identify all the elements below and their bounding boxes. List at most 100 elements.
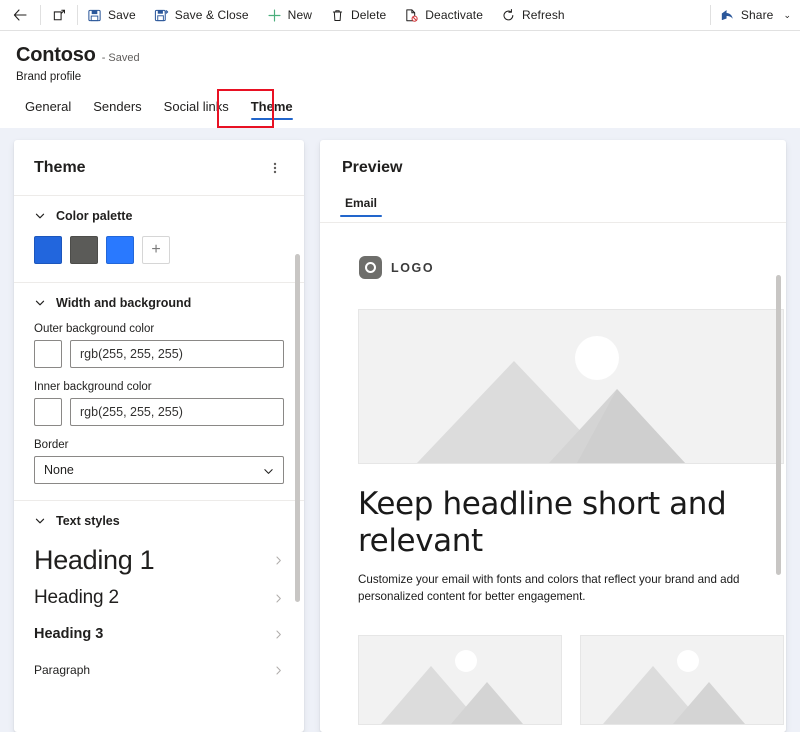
record-header: Contoso - Saved Brand profile General Se… — [0, 31, 800, 128]
logo-placeholder-icon — [359, 256, 382, 279]
inner-background-color-row — [34, 398, 284, 426]
tab-general-label: General — [25, 99, 72, 114]
chevron-right-icon — [273, 629, 284, 640]
save-icon — [87, 8, 102, 23]
arrow-left-icon — [12, 7, 28, 23]
mountains-icon — [381, 666, 523, 724]
share-button[interactable]: Share ⌄ — [711, 0, 800, 31]
outer-background-color-input[interactable] — [70, 340, 284, 368]
delete-button[interactable]: Delete — [321, 0, 395, 31]
tab-theme[interactable]: Theme — [240, 93, 304, 123]
border-label: Border — [34, 439, 69, 451]
refresh-button[interactable]: Refresh — [492, 0, 574, 31]
save-button[interactable]: Save — [78, 0, 145, 31]
text-style-heading-3-label: Heading 3 — [34, 626, 104, 642]
section-text-styles-header[interactable]: Text styles — [14, 501, 304, 541]
add-color-button[interactable]: + — [142, 236, 170, 264]
section-color-palette-header[interactable]: Color palette — [14, 196, 304, 236]
deactivate-button[interactable]: Deactivate — [395, 0, 492, 31]
tab-theme-label: Theme — [250, 99, 293, 114]
theme-panel-title: Theme — [34, 158, 86, 176]
outer-background-color-field: Outer background color — [14, 323, 304, 368]
border-select-value: None — [44, 463, 74, 477]
logo-ring — [365, 262, 376, 273]
more-vertical-icon[interactable] — [262, 155, 288, 181]
text-style-paragraph-label: Paragraph — [34, 663, 91, 677]
color-swatch-row: + — [14, 236, 304, 282]
preview-panel: Preview Email LOGO Keep headline short a… — [320, 140, 786, 732]
preview-tabs: Email — [340, 192, 383, 218]
text-style-heading-2[interactable]: Heading 2 — [14, 580, 304, 616]
text-style-paragraph[interactable]: Paragraph — [14, 652, 304, 688]
border-field: Border None — [14, 439, 304, 484]
outer-background-color-chip[interactable] — [34, 340, 62, 368]
color-swatch-3[interactable] — [106, 236, 134, 264]
mountains-icon — [417, 361, 685, 463]
email-hero-image-placeholder — [358, 309, 784, 464]
color-swatch-2[interactable] — [70, 236, 98, 264]
text-style-heading-3[interactable]: Heading 3 — [14, 616, 304, 652]
record-entity-label: Brand profile — [16, 71, 82, 83]
save-and-close-button[interactable]: Save & Close — [145, 0, 258, 31]
border-select[interactable]: None — [34, 456, 284, 484]
tab-social-links-label: Social links — [163, 99, 229, 114]
section-color-palette: Color palette + — [14, 196, 304, 283]
text-style-heading-2-label: Heading 2 — [34, 587, 119, 608]
page-body: Theme Color palette + Width and backgrou… — [0, 128, 800, 732]
delete-button-label: Delete — [350, 8, 387, 22]
popout-button[interactable] — [41, 0, 77, 31]
mountains-icon — [603, 666, 745, 724]
color-swatch-1[interactable] — [34, 236, 62, 264]
inner-background-color-chip[interactable] — [34, 398, 62, 426]
deactivate-icon — [404, 8, 419, 23]
email-card-1-image-placeholder — [358, 635, 562, 725]
chevron-right-icon — [273, 593, 284, 604]
refresh-button-label: Refresh — [521, 8, 565, 22]
refresh-icon — [501, 8, 516, 23]
form-tabs: General Senders Social links Theme — [14, 93, 304, 123]
chevron-right-icon — [273, 665, 284, 676]
outer-background-color-row — [34, 340, 284, 368]
back-button[interactable] — [0, 0, 40, 31]
email-card-row — [358, 635, 786, 725]
chevron-down-icon — [263, 466, 274, 477]
email-headline: Keep headline short and relevant — [358, 486, 727, 559]
save-and-close-button-label: Save & Close — [174, 8, 249, 22]
chevron-right-icon — [273, 555, 284, 566]
new-button-label: New — [287, 8, 312, 22]
email-logo-label: LOGO — [391, 260, 435, 275]
inner-background-color-field: Inner background color — [14, 381, 304, 426]
command-bar: Save Save & Close New Delete Deactivate … — [0, 0, 800, 31]
inner-background-color-input[interactable] — [70, 398, 284, 426]
share-group: Share ⌄ — [711, 0, 800, 31]
section-text-styles: Text styles Heading 1 Heading 2 Heading … — [14, 501, 304, 688]
tab-senders-label: Senders — [93, 99, 142, 114]
plus-icon — [267, 8, 282, 23]
section-width-background-title: Width and background — [56, 296, 192, 310]
preview-panel-scrollbar[interactable] — [776, 275, 781, 575]
text-style-heading-1-label: Heading 1 — [34, 545, 155, 575]
tab-general[interactable]: General — [14, 93, 82, 123]
tab-email[interactable]: Email — [340, 192, 383, 218]
trash-icon — [330, 8, 345, 23]
save-button-label: Save — [108, 8, 136, 22]
save-and-close-icon — [154, 8, 169, 23]
section-text-styles-title: Text styles — [56, 514, 120, 528]
email-card-2-image-placeholder — [580, 635, 784, 725]
chevron-down-icon: ⌄ — [783, 9, 791, 20]
chevron-down-icon — [34, 515, 46, 527]
section-color-palette-title: Color palette — [56, 209, 133, 223]
tab-senders[interactable]: Senders — [82, 93, 152, 123]
new-button[interactable]: New — [258, 0, 321, 31]
record-title-row: Contoso - Saved — [16, 44, 140, 67]
text-style-heading-1[interactable]: Heading 1 — [14, 541, 304, 580]
theme-panel: Theme Color palette + Width and backgrou… — [14, 140, 304, 732]
section-width-background-header[interactable]: Width and background — [14, 283, 304, 323]
section-width-background: Width and background Outer background co… — [14, 283, 304, 501]
tab-social-links[interactable]: Social links — [153, 93, 240, 123]
email-body-text: Customize your email with fonts and colo… — [358, 573, 740, 604]
theme-panel-scroll-area: Color palette + Width and background Out… — [14, 196, 304, 732]
theme-panel-scrollbar[interactable] — [295, 254, 300, 602]
tab-email-label: Email — [345, 196, 378, 210]
chevron-down-icon — [34, 297, 46, 309]
